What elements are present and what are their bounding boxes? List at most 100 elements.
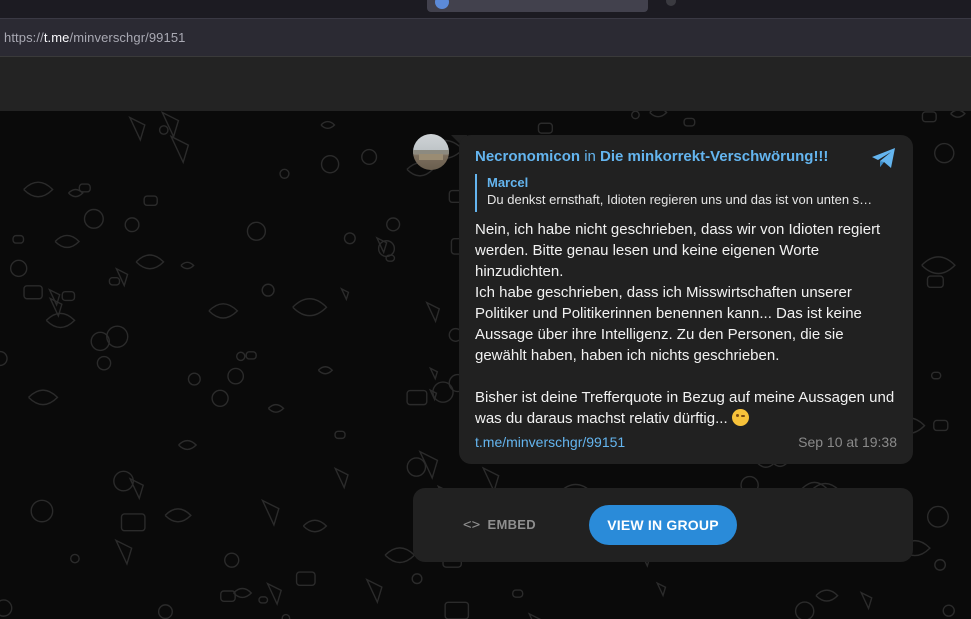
- doodle-shape: [361, 148, 378, 165]
- message-bubble: Necronomicon in Die minkorrekt-Verschwör…: [459, 135, 913, 464]
- doodle-shape: [921, 256, 956, 275]
- doodle-shape: [794, 601, 815, 619]
- doodle-shape: [23, 285, 43, 300]
- avatar[interactable]: [413, 134, 449, 170]
- doodle-shape: [292, 298, 328, 317]
- telegram-icon[interactable]: [871, 147, 897, 169]
- in-word: in: [584, 148, 596, 165]
- doodle-shape: [267, 403, 285, 413]
- doodle-shape: [61, 290, 76, 302]
- message-text: Nein, ich habe nicht geschrieben, dass w…: [475, 219, 899, 429]
- doodle-shape: [0, 350, 8, 367]
- doodle-shape: [128, 115, 146, 142]
- action-bar: <> EMBED VIEW IN GROUP: [413, 488, 913, 562]
- doodle-shape: [90, 331, 110, 352]
- doodle-shape: [537, 122, 553, 134]
- view-in-group-button[interactable]: VIEW IN GROUP: [589, 505, 737, 545]
- doodle-shape: [933, 419, 949, 432]
- doodle-shape: [406, 457, 427, 477]
- doodle-shape: [406, 389, 428, 406]
- message-time: Sep 10 at 19:38: [798, 434, 897, 450]
- doodle-shape: [317, 366, 334, 375]
- message-paragraph: Bisher ist deine Trefferquote in Bezug a…: [475, 387, 899, 429]
- url-host: t.me: [43, 30, 70, 45]
- doodle-shape: [926, 275, 944, 289]
- doodle-shape: [135, 254, 165, 270]
- doodle-shape: [261, 283, 275, 297]
- doodle-shape: [30, 499, 54, 523]
- winking-face-icon: [731, 409, 749, 426]
- doodle-shape: [340, 287, 350, 302]
- group-name[interactable]: Die minkorrekt-Verschwörung!!!: [600, 148, 828, 165]
- doodle-shape: [106, 325, 129, 348]
- reply-author: Marcel: [487, 175, 529, 190]
- doodle-shape: [124, 217, 140, 233]
- doodle-shape: [143, 195, 158, 207]
- browser-tab[interactable]: [0, 0, 420, 12]
- doodle-shape: [128, 477, 145, 501]
- doodle-shape: [12, 234, 25, 244]
- doodle-shape: [211, 389, 229, 408]
- doodle-shape: [169, 134, 190, 165]
- doodle-shape: [114, 538, 133, 566]
- message-link[interactable]: t.me/minverschgr/99151: [475, 434, 625, 450]
- browser-tab[interactable]: [656, 0, 971, 12]
- doodle-shape: [444, 601, 470, 619]
- embed-label: EMBED: [487, 517, 536, 532]
- doodle-shape: [333, 466, 349, 490]
- doodle-shape: [113, 470, 134, 492]
- author-name[interactable]: Necronomicon: [475, 148, 580, 165]
- doodle-shape: [930, 371, 942, 380]
- doodle-shape: [815, 589, 839, 602]
- doodle-shape: [320, 120, 336, 130]
- doodle-shape: [178, 439, 198, 451]
- doodle-shape: [512, 589, 524, 598]
- doodle-shape: [386, 217, 401, 232]
- reply-text: Du denkst ernsthaft, Idioten regieren un…: [487, 192, 873, 207]
- doodle-shape: [279, 168, 290, 179]
- reply-quote[interactable]: Marcel Du denkst ernsthaft, Idioten regi…: [475, 174, 897, 212]
- embed-button[interactable]: <> EMBED: [463, 517, 536, 533]
- doodle-shape: [950, 111, 966, 118]
- doodle-shape: [428, 366, 439, 381]
- doodle-shape: [208, 303, 239, 319]
- doodle-shape: [527, 612, 542, 619]
- doodle-shape: [649, 111, 668, 118]
- message-header: Necronomicon in Die minkorrekt-Verschwör…: [475, 148, 828, 165]
- address-bar[interactable]: https://t.me/minverschgr/99151: [0, 18, 971, 56]
- doodle-shape: [926, 505, 949, 528]
- doodle-shape: [235, 351, 246, 362]
- doodle-shape: [187, 372, 201, 386]
- doodle-shape: [334, 430, 346, 440]
- doodle-shape: [934, 558, 947, 571]
- doodle-shape: [83, 208, 104, 229]
- doodle-shape: [108, 276, 121, 286]
- doodle-shape: [921, 111, 937, 123]
- doodle-shape: [45, 312, 76, 329]
- doodle-shape: [157, 604, 173, 619]
- url-text[interactable]: https://t.me/minverschgr/99151: [4, 30, 186, 45]
- doodle-shape: [67, 188, 84, 198]
- message-paragraph: Ich habe geschrieben, dass ich Misswirts…: [475, 284, 862, 364]
- doodle-shape: [425, 301, 441, 324]
- doodle-shape: [233, 587, 253, 599]
- doodle-shape: [302, 519, 328, 533]
- doodle-shape: [411, 573, 423, 585]
- doodle-shape: [164, 508, 192, 523]
- browser-tab-active[interactable]: [427, 0, 648, 12]
- doodle-shape: [245, 351, 257, 360]
- doodle-shape: [320, 154, 340, 174]
- doodle-shape: [180, 261, 195, 270]
- doodle-shape: [384, 547, 416, 564]
- page-top-bar: [0, 56, 971, 111]
- doodle-shape: [655, 581, 667, 598]
- doodle-shape: [942, 604, 955, 617]
- doodle-shape: [281, 613, 291, 619]
- doodle-shape: [70, 553, 80, 564]
- doodle-shape: [266, 582, 283, 607]
- doodle-shape: [54, 234, 81, 249]
- doodle-shape: [246, 221, 267, 241]
- doodle-shape: [365, 578, 383, 605]
- doodle-shape: [23, 181, 54, 198]
- doodle-shape: [28, 389, 59, 406]
